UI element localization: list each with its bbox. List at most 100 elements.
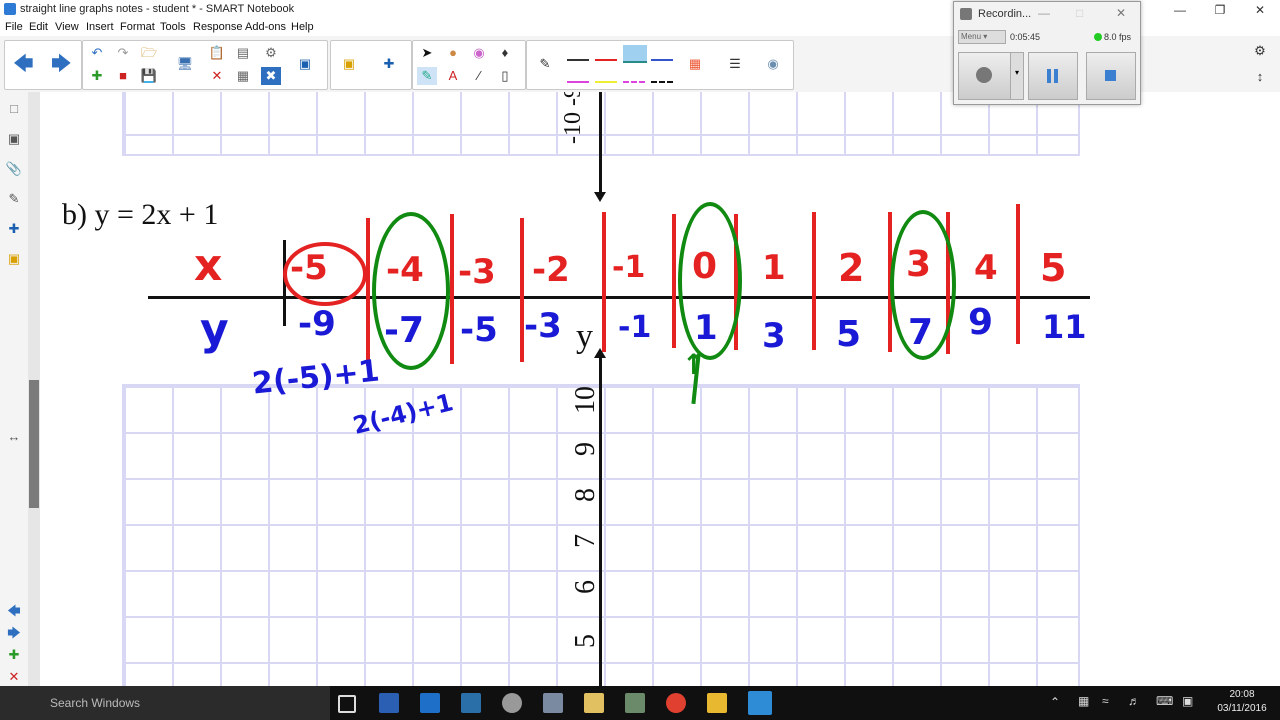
sidebar-next-arrow-icon[interactable]: 🡆	[4, 624, 24, 642]
x-value: 1	[762, 248, 786, 288]
pens-icon[interactable]: ✎	[417, 67, 437, 85]
delete-page-icon[interactable]: ■	[113, 67, 133, 85]
taskbar-search-box[interactable]: Search Windows	[0, 686, 330, 720]
delete-icon[interactable]: ✕	[207, 67, 227, 85]
sidebar-delete-page-icon[interactable]: ✕	[4, 668, 24, 686]
pen-type-icon[interactable]: ✎	[535, 55, 555, 73]
menu-file[interactable]: File	[5, 21, 23, 33]
display-icon[interactable]: ▣	[1182, 694, 1193, 708]
recorder-menu-dropdown[interactable]: Menu ▾	[958, 30, 1006, 44]
pen-style-dashed-black-icon[interactable]	[651, 71, 673, 83]
smart-tools-icon[interactable]: ▣	[295, 55, 315, 73]
scrollbar-thumb[interactable]	[29, 380, 39, 508]
show-hidden-icons-icon[interactable]: ⌃	[1050, 695, 1060, 709]
column-divider	[672, 214, 676, 348]
line-thickness-icon[interactable]: ☰	[725, 55, 745, 73]
clock-time[interactable]: 20:08	[1218, 689, 1266, 700]
addons-puzzle-icon[interactable]: ✚	[379, 55, 399, 73]
close-button[interactable]: ✕	[1240, 0, 1280, 20]
line-tool-icon[interactable]: ∕	[469, 67, 489, 85]
next-page-arrow-icon[interactable]: 🡆	[51, 54, 72, 74]
move-toolbar-icon[interactable]: ↕	[1250, 68, 1270, 86]
chrome-icon[interactable]	[666, 693, 686, 713]
settings-gear-icon[interactable]: ⚙	[1250, 42, 1270, 60]
menu-response[interactable]: Response	[193, 21, 243, 33]
pen-properties-group: ✎ ▦ ☰ ◉	[526, 40, 794, 90]
shapes-icon[interactable]: ●	[443, 44, 463, 62]
smart-notebook-taskbar-icon[interactable]	[748, 691, 772, 715]
page-sorter-icon[interactable]: □	[4, 100, 24, 118]
pen-style-blue-icon[interactable]	[651, 47, 673, 61]
menu-edit[interactable]: Edit	[29, 21, 48, 33]
pen-style-pink-icon[interactable]	[567, 71, 589, 83]
pen-style-teal-icon[interactable]	[623, 45, 647, 63]
lesson-activity-icon[interactable]: ▣	[339, 55, 359, 73]
add-page-icon[interactable]: ✚	[87, 67, 107, 85]
column-divider	[450, 214, 454, 364]
pen-style-black-icon[interactable]	[567, 47, 589, 61]
addons-tab-icon[interactable]: ✚	[4, 220, 24, 238]
stop-button[interactable]	[1086, 52, 1136, 100]
record-button[interactable]	[958, 52, 1012, 100]
page-tools-group: ↶ ↷ 🗁 ✚ ■ 💾 🖥 📋 ▤ ⚙ ✕ ▦ ✖ ▣	[82, 40, 328, 90]
gallery-icon[interactable]: ▣	[4, 130, 24, 148]
eraser-icon[interactable]: ◉	[469, 44, 489, 62]
fill-icon[interactable]: ♦	[495, 44, 515, 62]
wifi-icon[interactable]: ≈	[1102, 694, 1109, 708]
network-icon[interactable]: ▦	[1078, 694, 1089, 708]
transparency-icon[interactable]: ◉	[763, 55, 783, 73]
lesson-activity-tab-icon[interactable]: ▣	[4, 250, 24, 268]
pen-style-dashed-pink-icon[interactable]	[623, 71, 645, 83]
table-icon[interactable]: ▦	[233, 67, 253, 85]
menu-tools[interactable]: Tools	[160, 21, 186, 33]
record-options-dropdown[interactable]: ▾	[1010, 52, 1024, 100]
recorder-close-button[interactable]: ✕	[1116, 6, 1126, 20]
minimize-button[interactable]: —	[1160, 0, 1200, 20]
word-icon[interactable]	[379, 693, 399, 713]
sidebar-previous-arrow-icon[interactable]: 🡄	[4, 602, 24, 620]
resize-handle-icon[interactable]: ↔	[4, 428, 24, 446]
recorder-minimize-button[interactable]: —	[1038, 6, 1050, 20]
properties-icon[interactable]: ✎	[4, 190, 24, 208]
select-pointer-icon[interactable]: ➤	[417, 44, 437, 62]
keyboard-icon[interactable]: ⌨	[1156, 694, 1173, 708]
attachments-icon[interactable]: 📎	[4, 160, 24, 178]
menu-help[interactable]: Help	[291, 21, 314, 33]
outlook-icon[interactable]	[420, 693, 440, 713]
search-placeholder: Search Windows	[50, 696, 141, 710]
redo-icon[interactable]: ↷	[113, 44, 133, 62]
sims-icon[interactable]	[461, 693, 481, 713]
menu-view[interactable]: View	[55, 21, 79, 33]
pause-button[interactable]	[1028, 52, 1078, 100]
file-explorer-icon[interactable]	[707, 693, 727, 713]
recorder-maximize-button[interactable]: □	[1076, 6, 1083, 20]
menu-format[interactable]: Format	[120, 21, 155, 33]
document-camera-icon[interactable]: ⚙	[261, 44, 281, 62]
paste-icon[interactable]: 📋	[207, 44, 227, 62]
explorer-app-icon[interactable]	[584, 693, 604, 713]
undo-icon[interactable]: ↶	[87, 44, 107, 62]
display-screen-icon[interactable]: 🖥	[175, 55, 195, 73]
clock-date[interactable]: 03/11/2016	[1212, 703, 1272, 714]
task-view-icon[interactable]	[338, 695, 356, 713]
recorder-app-icon[interactable]	[543, 693, 563, 713]
eraser-tool-icon[interactable]: ▯	[495, 67, 515, 85]
notes-app-icon[interactable]	[625, 693, 645, 713]
pen-style-yellow-icon[interactable]	[595, 71, 617, 83]
screen-shade-icon[interactable]: ▤	[233, 44, 253, 62]
text-tool-icon[interactable]: A	[443, 67, 463, 85]
sidebar-add-page-icon[interactable]: ✚	[4, 646, 24, 664]
previous-page-arrow-icon[interactable]: 🡄	[13, 54, 34, 74]
menu-insert[interactable]: Insert	[86, 21, 114, 33]
restore-button[interactable]: ❐	[1200, 0, 1240, 20]
pen-style-red-icon[interactable]	[595, 47, 617, 61]
fullscreen-icon[interactable]: ✖	[261, 67, 281, 85]
open-file-icon[interactable]: 🗁	[139, 44, 159, 62]
volume-icon[interactable]: ♬	[1128, 694, 1140, 708]
green-arrow-head-icon: ↑	[682, 348, 706, 381]
menu-add-ons[interactable]: Add-ons	[245, 21, 286, 33]
color-palette-icon[interactable]: ▦	[685, 55, 705, 73]
notebook-page[interactable]: -10 -9 b) y = 2x + 1 ↑ x -5 -4 -3 -2 -1 …	[40, 92, 1280, 686]
tool-app-icon[interactable]	[502, 693, 522, 713]
save-icon[interactable]: 💾	[139, 67, 159, 85]
